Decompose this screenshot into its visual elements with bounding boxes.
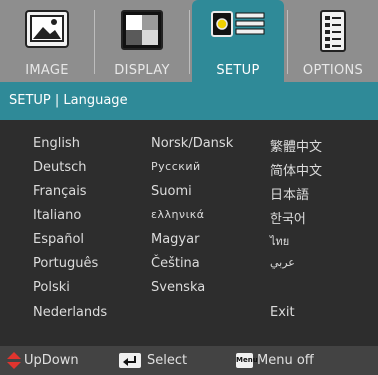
tab-image[interactable]: IMAGE (0, 0, 94, 82)
tab-bar: IMAGE DISPLAY SETUP OPTIONS (0, 0, 378, 82)
breadcrumb-text: SETUP | Language (9, 93, 128, 108)
osd-menu: IMAGE DISPLAY SETUP OPTIONS SETUP | Lang… (0, 0, 378, 375)
language-option-deutsch[interactable]: Deutsch (33, 160, 87, 175)
language-option-francais[interactable]: Français (33, 184, 87, 199)
display-icon (121, 10, 163, 54)
updown-hint: UpDown (24, 353, 79, 368)
tab-setup[interactable]: SETUP (192, 0, 284, 82)
setup-icon (211, 10, 265, 44)
menu-key-icon: Menu (236, 353, 258, 368)
language-option-svenska[interactable]: Svenska (151, 280, 205, 295)
image-icon (25, 10, 69, 54)
language-option-russian[interactable]: Русский (151, 160, 201, 173)
enter-key-icon (119, 353, 141, 368)
language-option-japanese[interactable]: 日本語 (270, 184, 309, 203)
menu-off-hint: Menu off (257, 353, 314, 368)
exit-option[interactable]: Exit (270, 305, 295, 320)
tab-label: SETUP (216, 63, 260, 78)
language-option-portugues[interactable]: Português (33, 256, 98, 271)
language-option-suomi[interactable]: Suomi (151, 184, 192, 199)
language-option-english[interactable]: English (33, 136, 80, 151)
language-option-korean[interactable]: 한국어 (270, 208, 306, 227)
language-option-norsk-dansk[interactable]: Norsk/Dansk (151, 136, 233, 151)
language-option-magyar[interactable]: Magyar (151, 232, 199, 247)
language-option-simplified-chinese[interactable]: 简体中文 (270, 160, 322, 179)
language-option-espanol[interactable]: Español (33, 232, 84, 247)
language-option-greek[interactable]: ελληνικά (151, 208, 205, 221)
language-option-traditional-chinese[interactable]: 繁體中文 (270, 136, 322, 155)
language-list: English Deutsch Français Italiano Españo… (0, 120, 378, 346)
language-option-polski[interactable]: Polski (33, 280, 70, 295)
tab-options[interactable]: OPTIONS (288, 0, 378, 82)
updown-arrow-icon (7, 352, 21, 373)
language-option-arabic[interactable]: عربي (270, 256, 295, 269)
select-hint: Select (147, 353, 188, 368)
breadcrumb: SETUP | Language (0, 82, 378, 120)
language-option-cestina[interactable]: Čeština (151, 256, 200, 271)
tab-label: DISPLAY (114, 63, 170, 78)
options-icon (320, 10, 346, 56)
tab-divider (189, 10, 190, 74)
language-option-thai[interactable]: ไทย (270, 232, 289, 250)
language-option-italiano[interactable]: Italiano (33, 208, 81, 223)
tab-label: IMAGE (25, 63, 69, 78)
footer-hint-bar: UpDown Select Menu Menu off (0, 346, 378, 375)
tab-label: OPTIONS (302, 63, 364, 78)
language-option-nederlands[interactable]: Nederlands (33, 305, 107, 320)
tab-display[interactable]: DISPLAY (95, 0, 189, 82)
